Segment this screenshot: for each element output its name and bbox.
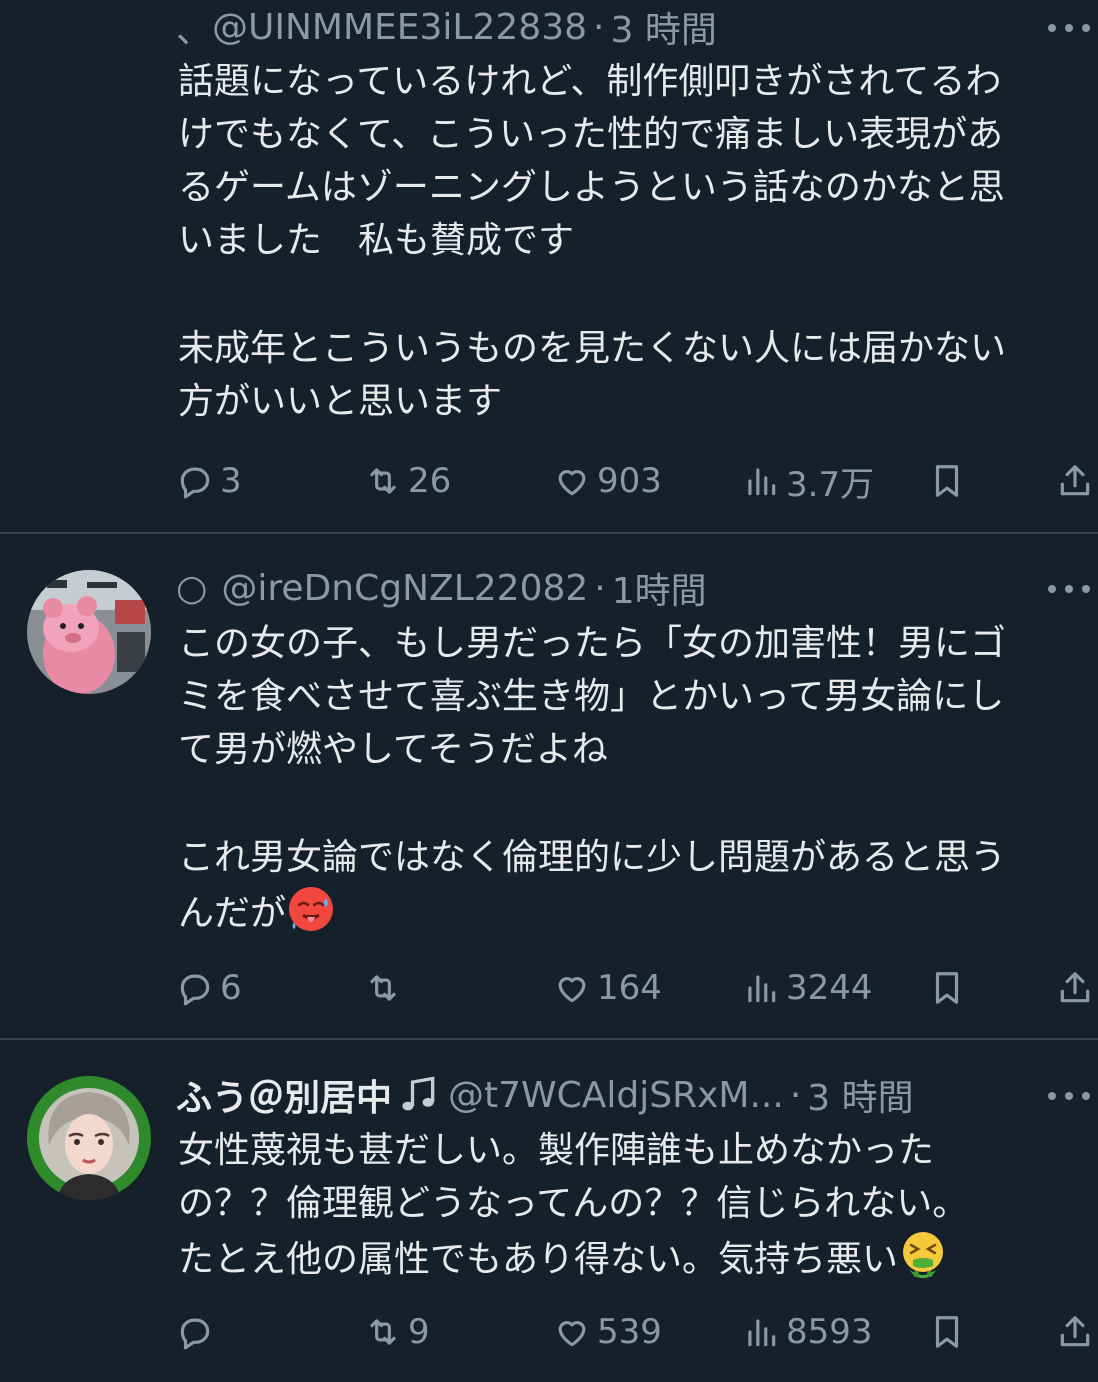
tweet-header: ふう＠別居中 @t7WCAldjSRxM... · 3 時間 (176, 1070, 1098, 1120)
reply-icon (180, 974, 210, 1006)
retweet-icon (370, 975, 396, 1001)
tweet-text-line: けでもなくて、こういった性的で痛ましい表現があ (178, 114, 1004, 155)
retweet-count: 9 (408, 1312, 430, 1352)
share-button[interactable] (1056, 456, 1094, 506)
tweet-text-line: んだが (178, 884, 1083, 937)
tweet-text: 女性蔑視も甚だしい。製作陣誰も止めなかった の？？倫理観どうなってんの？？信じら… (178, 1124, 1083, 1283)
bookmark-icon (935, 972, 959, 1004)
retweet-count: 26 (408, 461, 452, 501)
tweet-actions: 9 539 8593 (0, 1307, 1098, 1357)
retweet-icon (370, 1319, 396, 1345)
tweet-text-line: 方がいいと思います (178, 381, 503, 422)
tweet-text-line: ミを食べさせて喜ぶ生き物」とかいって男女論にし (178, 676, 1005, 717)
tweet-text-line: の？？倫理観どうなってんの？？信じられない。 (178, 1183, 969, 1224)
reply-count: 3 (220, 461, 242, 501)
view-count: 3.7万 (786, 464, 875, 505)
share-icon (1060, 972, 1090, 1003)
views-icon (748, 975, 776, 1003)
retweet-icon (370, 468, 396, 494)
views-button[interactable]: 3244 (742, 963, 873, 1013)
tweet-actions: 3 26 903 3.7万 (0, 456, 1098, 506)
heart-icon (558, 977, 586, 1003)
bookmark-button[interactable] (928, 456, 966, 506)
like-count: 903 (597, 461, 662, 501)
tweet-text-fragment: たとえ他の属性でもあり得ない。気持ち悪い (178, 1239, 899, 1280)
share-icon (1060, 465, 1090, 496)
tweet-actions: 6 164 3244 (0, 963, 1098, 1013)
share-icon (1060, 1316, 1090, 1347)
vomiting-face-emoji (903, 1232, 944, 1278)
tweet-text-line: いました 私も賛成です (178, 220, 575, 261)
tweet-text-fragment: んだが (178, 893, 287, 934)
user-handle[interactable]: @ireDnCgNZL22082 (221, 568, 588, 609)
avatar[interactable] (27, 1076, 151, 1200)
timestamp[interactable]: 1時間 (612, 562, 707, 614)
view-count: 8593 (786, 1312, 873, 1352)
retweet-button[interactable]: 26 (364, 456, 451, 506)
like-button[interactable]: 903 (553, 456, 662, 506)
bookmark-icon (935, 1316, 959, 1348)
tweet[interactable]: 、 @UINMMEE3iL22838 · 3 時間 話題になっているけれど、制作… (0, 0, 1098, 532)
views-icon (748, 468, 776, 496)
heart-icon (558, 470, 586, 496)
timestamp[interactable]: 3 時間 (610, 1, 716, 53)
like-count: 164 (597, 968, 662, 1008)
tweet-text-line: たとえ他の属性でもあり得ない。気持ち悪い (178, 1230, 1083, 1283)
like-button[interactable]: 164 (553, 963, 662, 1013)
tweet[interactable]: ふう＠別居中 @t7WCAldjSRxM... · 3 時間 女性蔑視も甚だしい… (0, 1040, 1098, 1382)
heart-icon (558, 1321, 586, 1347)
timestamp[interactable]: 3 時間 (807, 1069, 913, 1121)
tweet-text-line: 話題になっているけれど、制作側叩きがされてるわ (178, 61, 1002, 102)
share-button[interactable] (1056, 1307, 1094, 1357)
display-name[interactable]: ふう＠別居中 (176, 1069, 392, 1121)
retweet-button[interactable] (364, 963, 408, 1013)
like-button[interactable]: 539 (553, 1307, 662, 1357)
tweet-text-line: これ男女論ではなく倫理的に少し問題があると思う (178, 837, 1007, 878)
tweet-header: ○ @ireDnCgNZL22082 · 1時間 (176, 563, 1098, 613)
more-options-icon[interactable] (1048, 22, 1090, 34)
tweet[interactable]: ○ @ireDnCgNZL22082 · 1時間 この女の子、もし男だったら「女… (0, 534, 1098, 1038)
reply-count: 6 (220, 968, 242, 1008)
views-button[interactable]: 8593 (742, 1307, 873, 1357)
handle-prefix: 、 (176, 10, 213, 51)
tweet-text: 話題になっているけれど、制作側叩きがされてるわ けでもなくて、こういった性的で痛… (178, 55, 1083, 428)
view-count: 3244 (786, 968, 873, 1008)
tweet-text-line: 女性蔑視も甚だしい。製作陣誰も止めなかった (178, 1130, 935, 1171)
views-icon (748, 1319, 776, 1347)
tweet-text-line: て男が燃やしてそうだよね (178, 729, 608, 770)
tweet-header: 、 @UINMMEE3iL22838 · 3 時間 (176, 2, 1098, 52)
reply-button[interactable]: 3 (176, 456, 242, 506)
tweet-text-line: 未成年とこういうものを見たくない人には届かない (178, 328, 1007, 369)
avatar[interactable] (27, 570, 151, 694)
tweet-text-line: この女の子、もし男だったら「女の加害性！男にゴ (178, 623, 1007, 664)
reply-button[interactable]: 6 (176, 963, 242, 1013)
more-options-icon[interactable] (1048, 583, 1090, 595)
bookmark-button[interactable] (928, 1307, 966, 1357)
bookmark-icon (935, 465, 959, 497)
share-button[interactable] (1056, 963, 1094, 1013)
user-handle[interactable]: @UINMMEE3iL22838 (212, 7, 587, 48)
bookmark-button[interactable] (928, 963, 966, 1013)
reply-icon (180, 467, 210, 499)
tweet-text-line: るゲームはゾーニングしようという話なのかなと思 (178, 167, 1005, 208)
reply-icon (180, 1318, 210, 1350)
retweet-button[interactable]: 9 (364, 1307, 430, 1357)
views-button[interactable]: 3.7万 (742, 456, 874, 506)
music-note-icon (402, 1076, 435, 1111)
hot-face-emoji (289, 887, 334, 931)
reply-button[interactable] (176, 1307, 220, 1357)
tweet-text: この女の子、もし男だったら「女の加害性！男にゴ ミを食べさせて喜ぶ生き物」とかい… (178, 617, 1083, 937)
like-count: 539 (597, 1312, 662, 1352)
more-options-icon[interactable] (1048, 1090, 1090, 1102)
handle-prefix: ○ (176, 567, 208, 609)
user-handle[interactable]: @t7WCAldjSRxM... (448, 1075, 784, 1116)
